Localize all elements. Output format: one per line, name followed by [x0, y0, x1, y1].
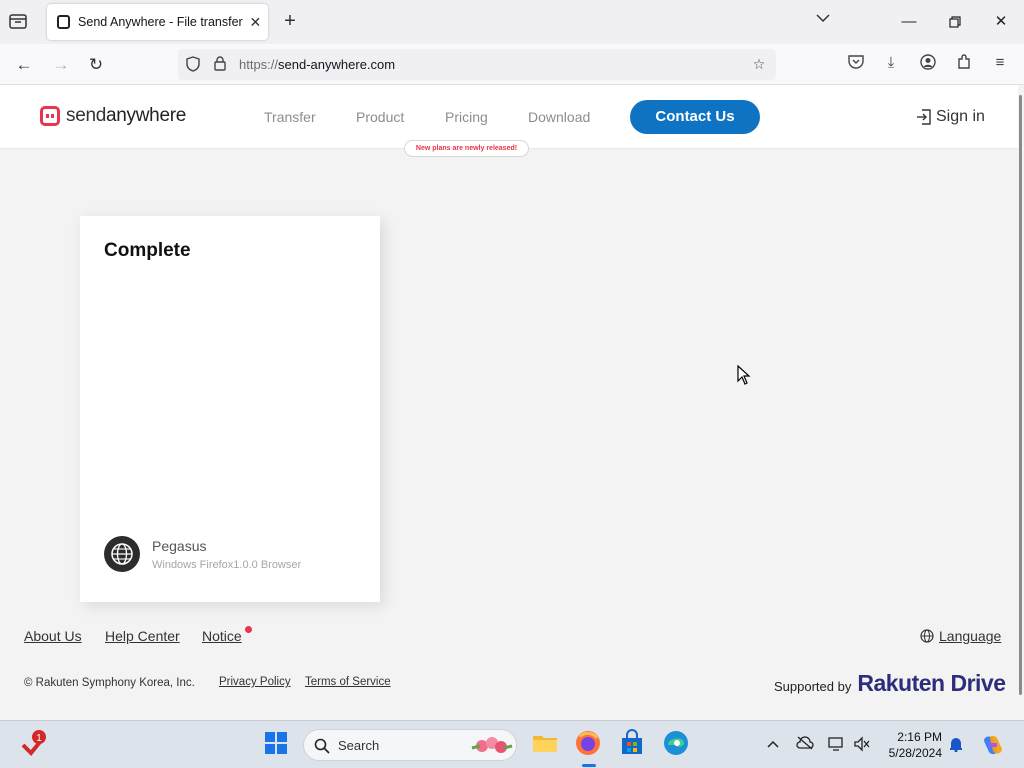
search-highlight-flowers-icon [471, 737, 513, 753]
terms-of-service-link[interactable]: Terms of Service [305, 676, 391, 688]
url-text[interactable]: https://send-anywhere.com [239, 57, 395, 72]
active-tab[interactable]: Send Anywhere - File transfer ✕ [47, 4, 268, 40]
card-title: Complete [104, 240, 191, 261]
notice-indicator-dot [245, 626, 252, 633]
device-name: Pegasus [152, 538, 207, 554]
menu-pricing[interactable]: Pricing [445, 109, 488, 125]
windows-start-icon[interactable] [262, 729, 292, 759]
footer-help-center[interactable]: Help Center [105, 628, 180, 644]
footer-about-us[interactable]: About Us [24, 628, 82, 644]
restore-icon[interactable] [940, 10, 970, 34]
menu-hamburger-icon[interactable]: ≡ [990, 54, 1010, 74]
onedrive-offline-icon[interactable] [796, 736, 814, 754]
tab-title: Send Anywhere - File transfer [78, 15, 243, 29]
new-tab-icon[interactable]: + [280, 10, 300, 33]
taskbar-search-box[interactable]: Search [303, 729, 517, 761]
back-icon[interactable]: ← [11, 52, 37, 78]
language-label: Language [939, 628, 1002, 644]
extensions-icon[interactable] [954, 54, 974, 74]
account-icon[interactable] [918, 54, 938, 74]
tracking-protection-shield-icon[interactable] [184, 56, 202, 74]
globe-icon [104, 536, 140, 572]
mouse-cursor-icon [737, 364, 751, 390]
system-clock[interactable]: 2:16 PM 5/28/2024 [880, 729, 942, 761]
web-page: sendanywhere Transfer Product Pricing Do… [0, 85, 1018, 720]
bookmark-star-icon[interactable]: ☆ [750, 56, 768, 74]
logo-text: sendanywhere [66, 105, 186, 126]
url-protocol: https:// [239, 57, 279, 72]
search-label: Search [338, 738, 380, 753]
language-selector[interactable]: Language [920, 628, 1001, 644]
copyright-text: © Rakuten Symphony Korea, Inc. [24, 677, 195, 689]
navigation-toolbar: ← → ↻ https://send-anywhere.com ☆ ⤓ ≡ [0, 44, 1024, 85]
tab-list-icon[interactable] [8, 12, 30, 32]
send-anywhere-logo-icon [40, 106, 60, 126]
minimize-icon[interactable]: — [894, 10, 924, 34]
microsoft-store-icon[interactable] [618, 729, 648, 759]
sign-in-label: Sign in [936, 108, 985, 125]
copilot-icon[interactable] [981, 733, 1005, 757]
close-window-icon[interactable]: ✕ [986, 10, 1016, 34]
svg-text:1: 1 [36, 733, 42, 744]
microsoft-edge-icon[interactable] [662, 729, 692, 759]
tab-close-icon[interactable]: ✕ [243, 14, 268, 31]
reload-icon[interactable]: ↻ [83, 52, 109, 78]
menu-transfer[interactable]: Transfer [264, 109, 316, 125]
forward-icon[interactable]: → [48, 52, 74, 78]
supported-by-text: Supported by [774, 679, 852, 694]
pocket-icon[interactable] [846, 54, 866, 74]
menu-download[interactable]: Download [528, 109, 590, 125]
footer-notice[interactable]: Notice [202, 628, 242, 644]
search-icon [314, 738, 330, 754]
tab-strip: Send Anywhere - File transfer ✕ + — ✕ [0, 0, 1024, 44]
send-anywhere-logo[interactable]: sendanywhere [40, 105, 186, 127]
url-bar[interactable]: https://send-anywhere.com ☆ [178, 49, 776, 80]
clock-time: 2:16 PM [897, 730, 942, 744]
pricing-new-plans-badge: New plans are newly released! [404, 140, 529, 157]
sign-in-link[interactable]: Sign in [916, 108, 985, 126]
file-explorer-icon[interactable] [531, 729, 561, 759]
downloads-icon[interactable]: ⤓ [881, 54, 901, 74]
firefox-icon[interactable] [574, 729, 604, 759]
clock-date: 5/28/2024 [888, 746, 942, 760]
send-anywhere-favicon-icon [57, 15, 71, 29]
show-hidden-icons-chevron-icon[interactable] [764, 736, 782, 754]
device-description: Windows Firefox1.0.0 Browser [152, 559, 302, 571]
pinned-app-red-check-icon[interactable]: 1 [20, 729, 50, 759]
network-display-icon[interactable] [828, 736, 846, 754]
lock-icon[interactable] [211, 56, 229, 74]
rakuten-drive-sponsor[interactable]: Supported by Rakuten Drive [774, 670, 1006, 697]
transfer-complete-card: Complete Pegasus Windows Firefox1.0.0 Br… [80, 216, 380, 602]
contact-us-button[interactable]: Contact Us [630, 100, 760, 134]
page-scrollbar[interactable] [1018, 85, 1024, 720]
rakuten-drive-logo: Rakuten Drive [857, 670, 1006, 696]
scrollbar-thumb[interactable] [1019, 95, 1022, 695]
list-all-tabs-icon[interactable] [816, 12, 836, 26]
menu-product[interactable]: Product [356, 109, 404, 125]
volume-muted-icon[interactable] [853, 736, 871, 754]
url-host: send-anywhere.com [278, 57, 396, 72]
privacy-policy-link[interactable]: Privacy Policy [219, 676, 291, 688]
firefox-running-indicator [582, 764, 596, 767]
browser-window: Send Anywhere - File transfer ✕ + — ✕ ← … [0, 0, 1024, 720]
windows-taskbar: 1 Search 2:16 PM 5/28/2024 [0, 720, 1024, 768]
language-globe-icon [920, 629, 934, 643]
notification-bell-icon[interactable] [947, 736, 965, 754]
sign-in-icon [917, 109, 931, 125]
